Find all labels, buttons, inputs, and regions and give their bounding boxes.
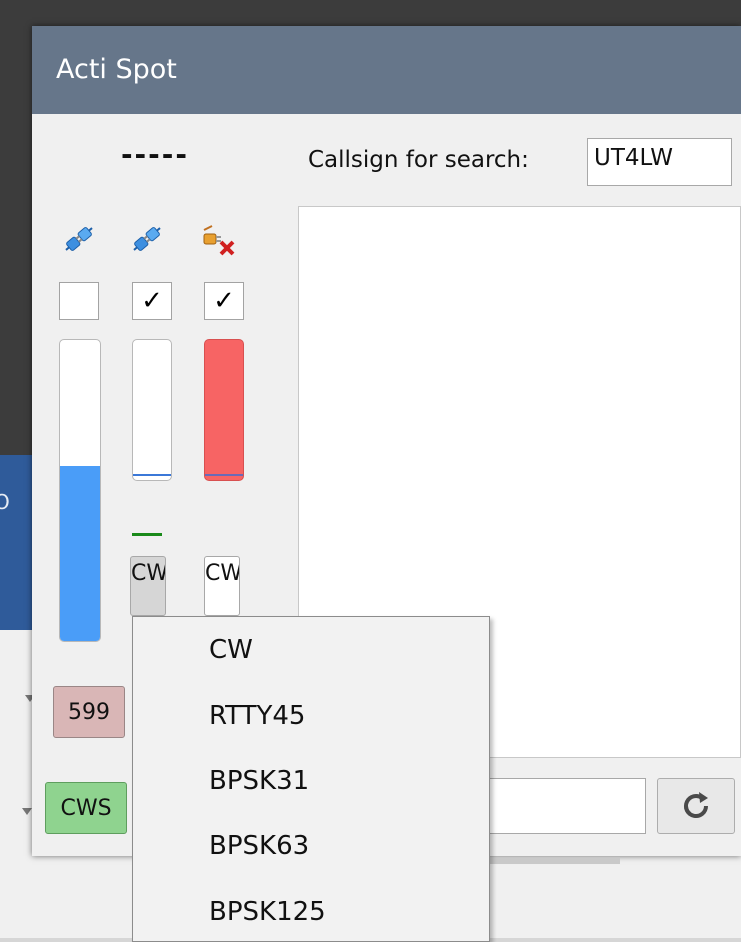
refresh-button[interactable] [657, 778, 735, 834]
channel-3-level-meter [204, 339, 244, 481]
channel-3-checkbox[interactable]: ✓ [204, 282, 244, 320]
callsign-search-input[interactable]: UT4LW [587, 138, 732, 186]
window-titlebar[interactable]: Acti Spot [32, 26, 741, 114]
channel-2-mode-button[interactable]: CW [130, 556, 166, 616]
plug-disconnected-icon [203, 225, 235, 256]
callsign-display: ----- [120, 138, 190, 171]
cws-button[interactable]: CWS [45, 782, 127, 834]
callsign-search-label: Callsign for search: [308, 147, 529, 173]
dropdown-item-bpsk125[interactable]: BPSK125 [209, 897, 326, 927]
channel-3-level-marker [205, 474, 243, 476]
bottom-text-input[interactable] [488, 778, 646, 834]
channel-2-level-meter [132, 339, 172, 481]
channel-3-mode-button[interactable]: CW [204, 556, 240, 616]
window-title: Acti Spot [56, 54, 177, 85]
dropdown-item-bpsk63[interactable]: BPSK63 [209, 831, 309, 861]
channel-1-level-meter [59, 339, 101, 642]
rst-599-button[interactable]: 599 [53, 686, 125, 738]
dropdown-item-rtty45[interactable]: RTTY45 [209, 701, 305, 731]
plug-connected-icon [133, 227, 161, 251]
refresh-icon [684, 792, 708, 818]
mode-dropdown-menu: CW RTTY45 BPSK31 BPSK63 BPSK125 [132, 616, 490, 942]
plug-connected-icon [65, 227, 93, 251]
dropdown-item-bpsk31[interactable]: BPSK31 [209, 766, 309, 796]
channel-2-indicator-line [132, 533, 162, 536]
channel-2-checkbox[interactable]: ✓ [132, 282, 172, 320]
channel-1-checkbox[interactable] [59, 282, 99, 320]
channel-1-level-fill [60, 466, 100, 641]
dropdown-item-cw[interactable]: CW [209, 635, 253, 665]
background-dropdown-arrow-icon [22, 808, 32, 815]
background-partial-label: O [0, 490, 10, 514]
channel-2-level-marker [133, 474, 171, 476]
